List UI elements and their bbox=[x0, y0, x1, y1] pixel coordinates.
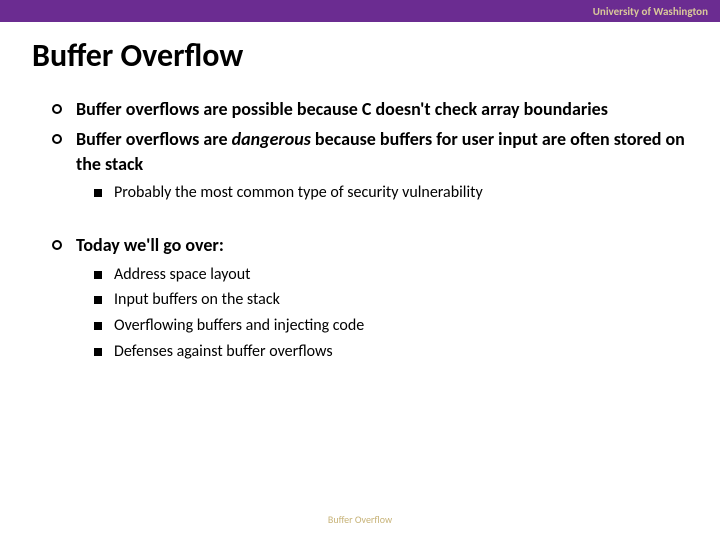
bullet-text: Today we'll go over: bbox=[76, 233, 224, 257]
sub-item: Probably the most common type of securit… bbox=[94, 182, 690, 204]
sub-text: Address space layout bbox=[114, 264, 251, 286]
bullet-circle-icon bbox=[52, 104, 62, 114]
slide-content: Buffer Overflow Buffer overflows are pos… bbox=[0, 22, 720, 362]
sub-item: Defenses against buffer overflows bbox=[94, 341, 690, 363]
sub-item: Address space layout bbox=[94, 264, 690, 286]
square-bullet-icon bbox=[94, 296, 102, 304]
square-bullet-icon bbox=[94, 189, 102, 197]
bullet-item: Buffer overflows are dangerous because b… bbox=[52, 127, 690, 176]
square-bullet-icon bbox=[94, 348, 102, 356]
bullet-text-prefix: Buffer overflows are bbox=[76, 128, 232, 150]
bullet-text: Buffer overflows are dangerous because b… bbox=[76, 127, 690, 176]
sub-text: Input buffers on the stack bbox=[114, 289, 280, 311]
sub-text: Defenses against buffer overflows bbox=[114, 341, 333, 363]
bullet-circle-icon bbox=[52, 134, 62, 144]
sub-list-2: Address space layout Input buffers on th… bbox=[30, 264, 690, 362]
bullet-circle-icon bbox=[52, 240, 62, 250]
header-institution: University of Washington bbox=[593, 5, 708, 18]
square-bullet-icon bbox=[94, 322, 102, 330]
bullet-item: Today we'll go over: bbox=[52, 233, 690, 257]
footer-text: Buffer Overflow bbox=[0, 513, 720, 526]
bullet-text-italic: dangerous bbox=[232, 128, 311, 150]
bullet-text-prefix: Buffer overflows are possible because C … bbox=[76, 98, 608, 120]
sub-text: Probably the most common type of securit… bbox=[114, 182, 483, 204]
main-bullet-list: Buffer overflows are possible because C … bbox=[30, 97, 690, 176]
spacer bbox=[30, 207, 690, 233]
bullet-text: Buffer overflows are possible because C … bbox=[76, 97, 608, 121]
slide-title: Buffer Overflow bbox=[32, 36, 690, 75]
main-bullet-list-2: Today we'll go over: bbox=[30, 233, 690, 257]
sub-text: Overflowing buffers and injecting code bbox=[114, 315, 364, 337]
header-bar: University of Washington bbox=[0, 0, 720, 22]
bullet-item: Buffer overflows are possible because C … bbox=[52, 97, 690, 121]
square-bullet-icon bbox=[94, 271, 102, 279]
sub-item: Input buffers on the stack bbox=[94, 289, 690, 311]
sub-list-1: Probably the most common type of securit… bbox=[30, 182, 690, 204]
sub-item: Overflowing buffers and injecting code bbox=[94, 315, 690, 337]
